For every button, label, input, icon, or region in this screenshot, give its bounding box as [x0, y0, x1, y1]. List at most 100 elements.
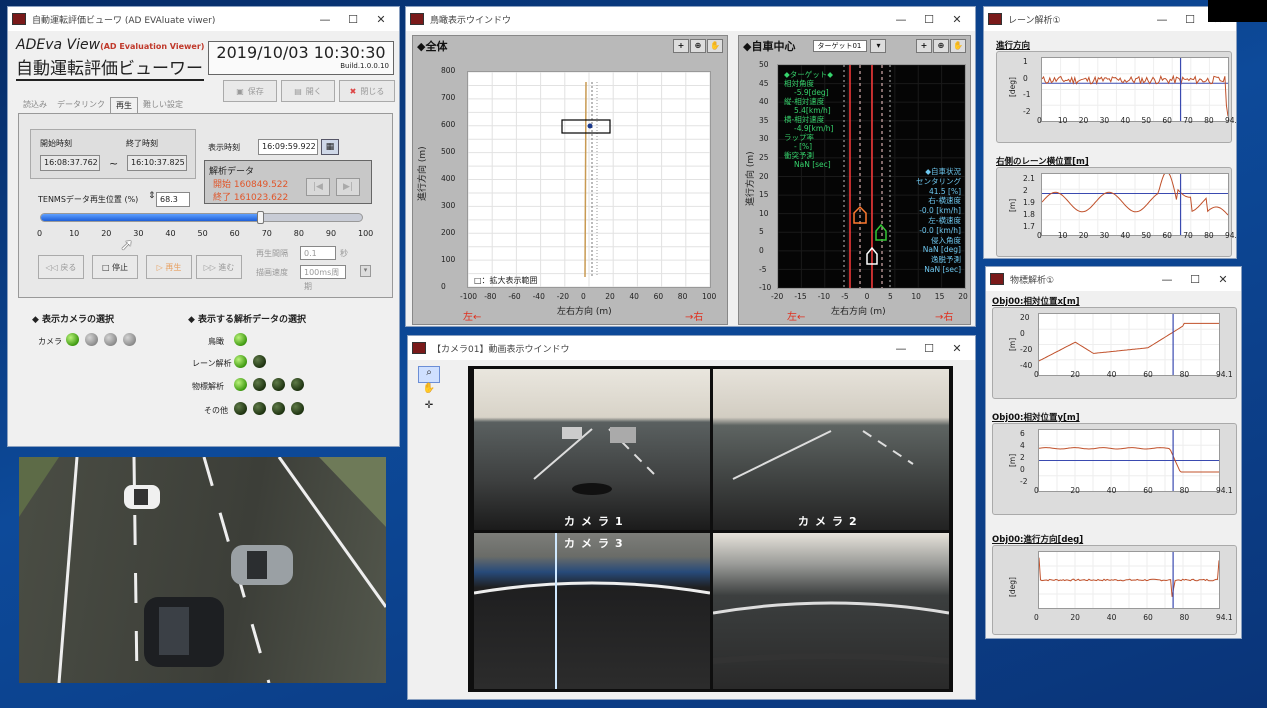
playback-value-field[interactable]: 68.3	[156, 192, 190, 207]
maximize-button[interactable]: ☐	[1176, 13, 1204, 26]
lane-chart1-plot[interactable]	[1041, 57, 1229, 122]
slider-tick-label: 10	[69, 229, 80, 238]
object-toggle-2[interactable]	[253, 378, 266, 391]
close-button[interactable]: ✕	[1209, 273, 1237, 286]
target-select[interactable]: ターゲット01	[813, 40, 868, 52]
close-button[interactable]: ✕	[943, 342, 971, 355]
ego-x-axis-label: 左右方向 (m)	[831, 307, 886, 317]
lane-chart2-plot[interactable]	[1041, 171, 1229, 236]
maximize-button[interactable]: ☐	[915, 342, 943, 355]
close-button[interactable]: ✕	[367, 13, 395, 26]
xtick: 80	[1179, 486, 1190, 495]
minimize-button[interactable]: —	[887, 342, 915, 355]
hand-icon[interactable]: ✋	[418, 383, 440, 400]
crosshair-tool-icon[interactable]: +	[673, 39, 689, 53]
playback-slider-thumb[interactable]	[257, 211, 265, 224]
obj-chart2-unit: [m]	[1008, 453, 1017, 467]
minimize-button[interactable]: —	[887, 13, 915, 26]
xtick: 50	[1141, 116, 1151, 125]
taskbar-corner	[1208, 0, 1267, 22]
ego-ytick: -5	[759, 264, 767, 274]
camera-1-toggle[interactable]	[66, 333, 79, 346]
calendar-icon[interactable]: ▦	[321, 139, 339, 155]
lane-toggle-2[interactable]	[253, 355, 266, 368]
mouse-cursor-icon: ➚	[120, 235, 134, 254]
lane-toggle-1[interactable]	[234, 355, 247, 368]
pan-tool-icon[interactable]: ✋	[707, 39, 723, 53]
zoom-icon[interactable]: ⌕	[418, 366, 440, 383]
open-button[interactable]: ▤ 開く	[281, 80, 335, 102]
object-toggle-1[interactable]	[234, 378, 247, 391]
target-info-line: 横-相対速度	[784, 115, 825, 124]
xtick: 50	[1141, 231, 1151, 240]
zoom-tool-icon[interactable]: ⊕	[933, 39, 949, 53]
other-toggle-1[interactable]	[234, 402, 247, 415]
lane-title-bar[interactable]: レーン解析① — ☐ ✕	[984, 7, 1236, 31]
object-toggle-4[interactable]	[291, 378, 304, 391]
slider-tick-label: 30	[133, 229, 144, 238]
ytick: 0	[1023, 73, 1028, 83]
forward-button[interactable]: ▷▷ 進む	[196, 255, 242, 279]
video-title-bar[interactable]: 【カメラ01】動画表示ウインドウ — ☐ ✕	[408, 336, 975, 360]
maximize-button[interactable]: ☐	[1181, 273, 1209, 286]
object-title-bar[interactable]: 物標解析① — ☐ ✕	[986, 267, 1241, 291]
camera-2-toggle[interactable]	[85, 333, 98, 346]
stop-button[interactable]: □ 停止	[92, 255, 138, 279]
target-dropdown-icon[interactable]: ▾	[870, 39, 887, 53]
datetime-text: 2019/10/03 10:30:30	[216, 43, 386, 62]
next-analysis-button[interactable]: ▶|	[336, 178, 360, 196]
ego-xtick: -20	[771, 292, 784, 301]
draw-speed-select[interactable]: 100ms周期	[300, 265, 346, 291]
other-toggle-4[interactable]	[291, 402, 304, 415]
ego-ytick: 40	[759, 97, 769, 107]
tab-play[interactable]: 再生	[110, 97, 138, 113]
maximize-button[interactable]: ☐	[339, 13, 367, 26]
xtick: 60	[1143, 613, 1153, 622]
spinner-icon[interactable]: ⇕	[148, 191, 156, 201]
xtick: 60	[1143, 370, 1153, 379]
play-button[interactable]: ▷ 再生	[146, 255, 192, 279]
obj-chart3-title: Obj00:進行方向[deg]	[992, 535, 1084, 545]
other-toggle-2[interactable]	[253, 402, 266, 415]
object-toggle-3[interactable]	[272, 378, 285, 391]
obj-chart1-plot[interactable]	[1038, 313, 1220, 376]
camera-4-toggle[interactable]	[123, 333, 136, 346]
pan-tool-icon[interactable]: ✋	[950, 39, 966, 53]
move-icon[interactable]: ✛	[418, 400, 440, 417]
prev-analysis-button[interactable]: |◀	[306, 178, 330, 196]
chevron-down-icon[interactable]: ▾	[360, 265, 371, 277]
minimize-button[interactable]: —	[1148, 13, 1176, 26]
tab-advanced[interactable]: 難しい設定	[138, 97, 188, 113]
back-button[interactable]: ◁◁ 戻る	[38, 255, 84, 279]
overall-plot[interactable]: □：拡大表示範囲	[467, 71, 711, 288]
interval-field[interactable]: 0.1	[300, 246, 336, 260]
save-button[interactable]: ▣ 保存	[223, 80, 277, 102]
camera-3-toggle[interactable]	[104, 333, 117, 346]
display-time-field[interactable]: 16:09:59.922	[258, 139, 318, 155]
zoom-tool-icon[interactable]: ⊕	[690, 39, 706, 53]
ego-info-line: -0.0 [km/h]	[919, 206, 961, 216]
minimize-button[interactable]: —	[311, 13, 339, 26]
open-label: 開く	[305, 86, 322, 96]
tab-datalink[interactable]: データリンク	[52, 97, 110, 113]
tab-load[interactable]: 読込み	[18, 97, 52, 113]
xtick: 70	[1183, 231, 1193, 240]
minimize-button[interactable]: —	[1153, 273, 1181, 286]
playback-label: TENMSデータ再生位置 (%)	[38, 195, 139, 204]
other-toggle-3[interactable]	[272, 402, 285, 415]
camera-2-road	[732, 430, 914, 480]
close-file-button[interactable]: ✖ 閉じる	[339, 80, 395, 102]
birdseye-title-bar[interactable]: 鳥瞰表示ウインドウ — ☐ ✕	[406, 7, 975, 31]
main-title-bar[interactable]: 自動運転評価ビューワ (AD EVAluate viwer) — ☐ ✕	[8, 7, 399, 31]
close-button[interactable]: ✕	[943, 13, 971, 26]
xtick: 60	[1162, 116, 1172, 125]
analysis-select-label: ◆ 表示する解析データの選択	[188, 315, 307, 325]
obj-chart2-plot[interactable]	[1038, 429, 1220, 492]
obj-chart3-plot[interactable]	[1038, 551, 1220, 609]
crosshair-tool-icon[interactable]: +	[916, 39, 932, 53]
xtick: 40	[1106, 486, 1117, 495]
maximize-button[interactable]: ☐	[915, 13, 943, 26]
ytick: -1	[1023, 90, 1031, 100]
birdseye-toggle[interactable]	[234, 333, 247, 346]
playback-slider-track[interactable]	[40, 211, 363, 224]
